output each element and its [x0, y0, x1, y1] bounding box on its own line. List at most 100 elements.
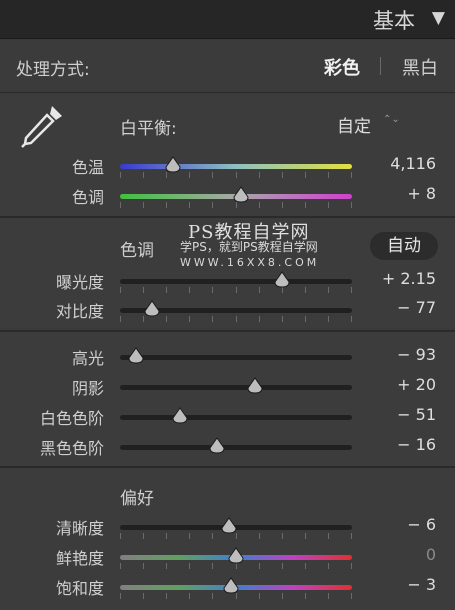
tick — [282, 202, 283, 208]
whites-label: 白色色阶 — [39, 409, 104, 428]
treatment-row: 处理方式: 彩色 黑白 — [0, 40, 455, 93]
tick — [282, 316, 283, 322]
tick — [351, 172, 352, 178]
tick — [305, 316, 306, 322]
panel-header[interactable]: 基本 ▼ — [0, 0, 455, 39]
tick — [259, 533, 260, 539]
tick — [351, 593, 352, 599]
basic-panel: 基本 ▼ 处理方式: 彩色 黑白 白平衡: 自定 ⌃⌄ 色调 自动 偏好 PS教… — [0, 0, 455, 610]
tick — [143, 563, 144, 569]
tick — [166, 563, 167, 569]
tick — [120, 202, 121, 208]
tick — [212, 172, 213, 178]
temp-slider-track[interactable] — [120, 164, 352, 169]
treatment-bw-option[interactable]: 黑白 — [402, 54, 438, 80]
whites-value[interactable]: − 51 — [358, 405, 436, 424]
tint-label: 色调 — [71, 188, 104, 207]
blacks-label: 黑色色阶 — [39, 439, 104, 458]
tick — [212, 563, 213, 569]
tick — [212, 593, 213, 599]
white-balance-spinner-icon[interactable]: ⌃⌄ — [383, 115, 400, 125]
vibrance-value[interactable]: 0 — [358, 545, 436, 564]
tick — [259, 563, 260, 569]
collapse-arrow-icon[interactable]: ▼ — [432, 8, 445, 28]
highlights-slider-track[interactable] — [120, 355, 352, 360]
tick — [259, 202, 260, 208]
exposure-ticks — [120, 287, 352, 293]
tick — [328, 563, 329, 569]
tick — [166, 316, 167, 322]
contrast-value[interactable]: − 77 — [358, 298, 436, 317]
tick — [305, 533, 306, 539]
highlights-value[interactable]: − 93 — [358, 345, 436, 364]
tick — [351, 287, 352, 293]
tick — [259, 593, 260, 599]
clarity-value[interactable]: − 6 — [358, 515, 436, 534]
tick — [351, 563, 352, 569]
tick — [189, 316, 190, 322]
tick — [328, 287, 329, 293]
watermark-url: WWW.16XX8.COM — [180, 256, 320, 269]
tick — [189, 533, 190, 539]
tick — [328, 593, 329, 599]
tick — [328, 316, 329, 322]
blacks-slider-track[interactable] — [120, 445, 352, 450]
panel-title: 基本 — [373, 9, 415, 33]
highlights-label: 高光 — [71, 349, 104, 368]
white-balance-value[interactable]: 自定 — [337, 112, 371, 137]
tick — [166, 202, 167, 208]
tick — [305, 563, 306, 569]
white-balance-label: 白平衡: — [120, 119, 177, 139]
eyedropper-icon[interactable] — [16, 100, 70, 150]
blacks-value[interactable]: − 16 — [358, 435, 436, 454]
tick — [189, 287, 190, 293]
tick — [143, 172, 144, 178]
tick — [212, 202, 213, 208]
exposure-slider-track[interactable] — [120, 279, 352, 284]
tick — [212, 316, 213, 322]
shadows-value[interactable]: + 20 — [358, 375, 436, 394]
tick — [166, 287, 167, 293]
saturation-value[interactable]: − 3 — [358, 575, 436, 594]
tick — [328, 202, 329, 208]
tick — [166, 593, 167, 599]
tick — [328, 172, 329, 178]
tick — [305, 287, 306, 293]
tick — [351, 316, 352, 322]
tick — [143, 533, 144, 539]
tick — [259, 172, 260, 178]
tick — [189, 202, 190, 208]
tick — [212, 533, 213, 539]
auto-tone-button[interactable]: 自动 — [370, 232, 438, 260]
tick — [351, 202, 352, 208]
tick — [120, 287, 121, 293]
tick — [328, 533, 329, 539]
shadows-slider-track[interactable] — [120, 385, 352, 390]
tick — [305, 593, 306, 599]
presence-title: 偏好 — [120, 489, 154, 509]
tick — [189, 563, 190, 569]
whites-slider-track[interactable] — [120, 415, 352, 420]
tick — [282, 533, 283, 539]
tick — [236, 287, 237, 293]
tick — [212, 287, 213, 293]
tick — [120, 316, 121, 322]
tick — [282, 172, 283, 178]
clarity-label: 清晰度 — [55, 519, 104, 538]
tick — [120, 563, 121, 569]
exposure-label: 曝光度 — [55, 273, 104, 292]
vibrance-label: 鲜艳度 — [55, 549, 104, 568]
tick — [189, 172, 190, 178]
tick — [282, 593, 283, 599]
tick — [120, 172, 121, 178]
temp-value[interactable]: 4,116 — [358, 154, 436, 173]
saturation-label: 饱和度 — [55, 579, 104, 598]
contrast-label: 对比度 — [55, 302, 104, 321]
temp-ticks — [120, 172, 352, 178]
exposure-value[interactable]: + 2.15 — [358, 269, 436, 288]
tick — [143, 202, 144, 208]
tint-value[interactable]: + 8 — [358, 184, 436, 203]
temp-label: 色温 — [71, 158, 104, 177]
tick — [351, 533, 352, 539]
treatment-color-option[interactable]: 彩色 — [324, 54, 360, 80]
